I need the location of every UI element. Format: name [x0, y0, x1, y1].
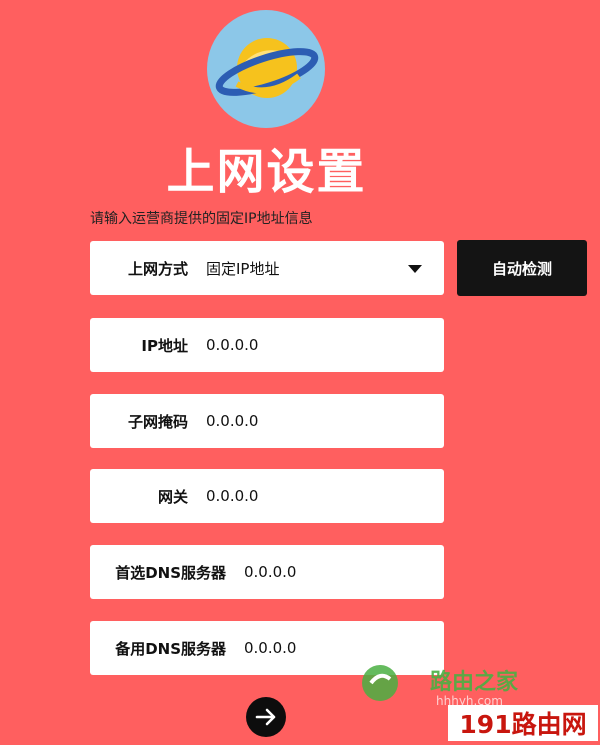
watermark-badge: 191路由网 [448, 705, 598, 741]
subnet-mask-field[interactable]: 子网掩码 0.0.0.0 [90, 394, 444, 448]
subnet-mask-label: 子网掩码 [127, 412, 188, 431]
watermark-brand: 路由之家 [430, 670, 519, 695]
instruction-text: 请输入运营商提供的固定IP地址信息 [90, 211, 313, 227]
subnet-mask-value[interactable]: 0.0.0.0 [206, 412, 258, 430]
gateway-label: 网关 [157, 487, 188, 506]
page-title: 上网设置 [166, 144, 367, 200]
ip-address-value[interactable]: 0.0.0.0 [206, 336, 258, 354]
primary-dns-value[interactable]: 0.0.0.0 [244, 563, 296, 581]
auto-detect-button[interactable]: 自动检测 [457, 240, 587, 296]
primary-dns-label: 首选DNS服务器 [115, 563, 226, 582]
ip-address-field[interactable]: IP地址 0.0.0.0 [90, 318, 444, 372]
gateway-field[interactable]: 网关 0.0.0.0 [90, 469, 444, 523]
secondary-dns-label: 备用DNS服务器 [115, 639, 226, 658]
arrow-right-icon [255, 708, 276, 726]
next-button[interactable] [246, 697, 286, 737]
ip-address-label: IP地址 [141, 336, 188, 355]
connection-type-value: 固定IP地址 [206, 259, 280, 278]
secondary-dns-value[interactable]: 0.0.0.0 [244, 639, 296, 657]
gateway-value[interactable]: 0.0.0.0 [206, 487, 258, 505]
primary-dns-field[interactable]: 首选DNS服务器 0.0.0.0 [90, 545, 444, 599]
connection-type-select[interactable]: 上网方式 固定IP地址 [90, 241, 444, 295]
connection-type-label: 上网方式 [127, 259, 188, 278]
planet-logo-icon [207, 10, 325, 128]
watermark-logo-icon [360, 663, 400, 703]
caret-down-icon[interactable] [408, 265, 422, 273]
